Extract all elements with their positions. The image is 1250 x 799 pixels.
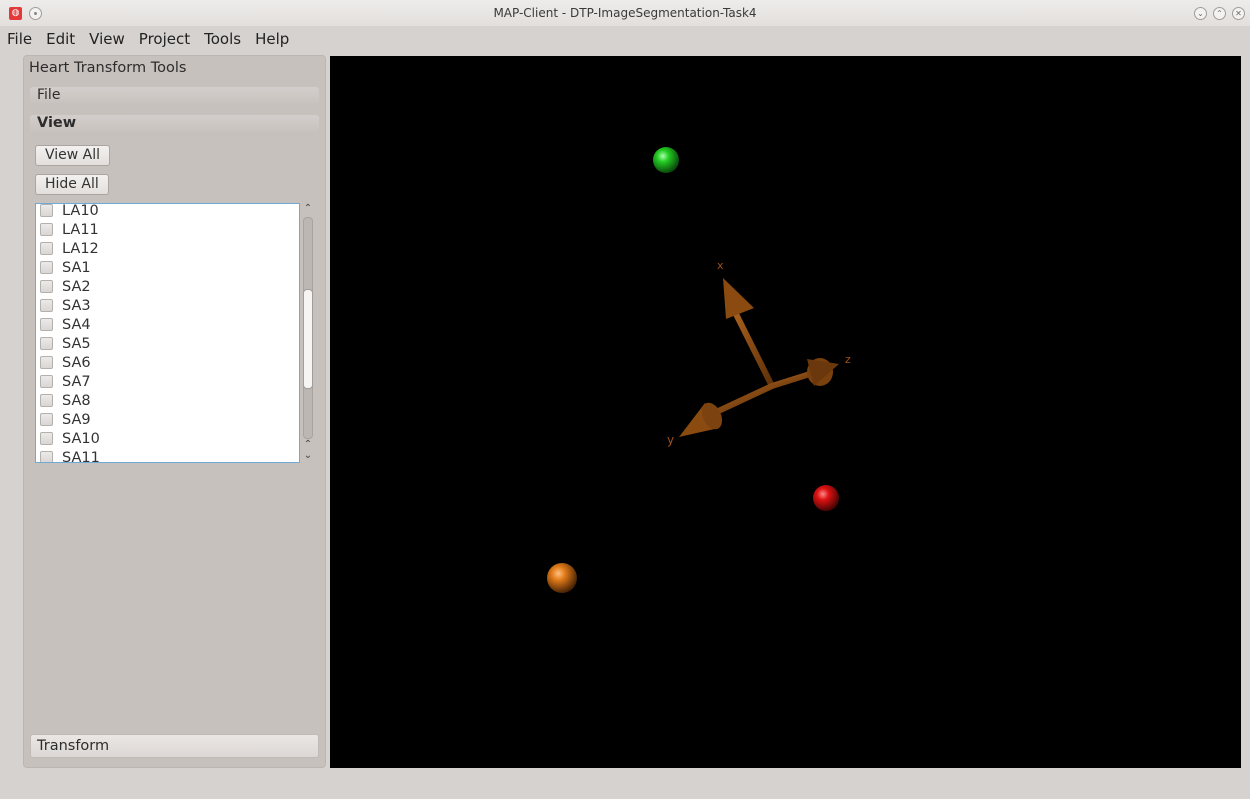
checkbox[interactable] (40, 375, 53, 388)
list-item-label: SA11 (62, 449, 100, 463)
menu-edit[interactable]: Edit (44, 30, 77, 48)
marker-red (813, 485, 839, 511)
menu-view[interactable]: View (87, 30, 127, 48)
list-item-label: SA1 (62, 259, 91, 276)
list-item[interactable]: LA11 (36, 220, 299, 239)
list-item[interactable]: SA5 (36, 334, 299, 353)
checkbox[interactable] (40, 451, 53, 462)
list-item-label: SA3 (62, 297, 91, 314)
checkbox[interactable] (40, 242, 53, 255)
title-bar: ◍ MAP-Client - DTP-ImageSegmentation-Tas… (0, 0, 1250, 26)
list-item-label: LA10 (62, 203, 99, 219)
list-item[interactable]: SA8 (36, 391, 299, 410)
hide-all-button[interactable]: Hide All (35, 174, 109, 195)
checkbox[interactable] (40, 337, 53, 350)
view-all-button[interactable]: View All (35, 145, 111, 166)
checkbox[interactable] (40, 413, 53, 426)
list-scrollbar[interactable]: ⌃ ⌃ ⌄ (301, 203, 315, 463)
minimize-icon[interactable]: ⌄ (1194, 7, 1207, 20)
list-item-label: LA12 (62, 240, 99, 257)
list-item-label: SA9 (62, 411, 91, 428)
scroll-thumb[interactable] (303, 289, 313, 389)
panel-title: Heart Transform Tools (29, 60, 187, 76)
list-item-label: SA2 (62, 278, 91, 295)
list-item[interactable]: LA12 (36, 239, 299, 258)
maximize-icon[interactable]: ⌃ (1213, 7, 1226, 20)
checkbox[interactable] (40, 280, 53, 293)
transform-section-button[interactable]: Transform (30, 734, 319, 758)
checkbox[interactable] (40, 204, 53, 217)
list-item[interactable]: SA11 (36, 448, 299, 463)
checkbox[interactable] (40, 261, 53, 274)
scene-graphic: x z y (547, 147, 851, 593)
list-item[interactable]: SA2 (36, 277, 299, 296)
heart-transform-tools-panel: Heart Transform Tools File View View All… (23, 55, 326, 768)
checkbox[interactable] (40, 223, 53, 236)
list-item-label: LA11 (62, 221, 99, 238)
list-item-label: SA10 (62, 430, 100, 447)
list-item-label: SA8 (62, 392, 91, 409)
menu-tools[interactable]: Tools (202, 30, 243, 48)
list-item[interactable]: LA10 (36, 203, 299, 220)
list-item-label: SA6 (62, 354, 91, 371)
list-item[interactable]: SA1 (36, 258, 299, 277)
list-item-label: SA7 (62, 373, 91, 390)
list-item-label: SA5 (62, 335, 91, 352)
section-view-header[interactable]: View (30, 115, 319, 131)
list-item[interactable]: SA4 (36, 315, 299, 334)
checkbox[interactable] (40, 394, 53, 407)
checkbox[interactable] (40, 299, 53, 312)
status-bar (0, 770, 1250, 799)
menu-file[interactable]: File (5, 30, 34, 48)
marker-green (653, 147, 679, 173)
section-file-header[interactable]: File (30, 87, 319, 103)
checkbox[interactable] (40, 356, 53, 369)
checkbox[interactable] (40, 318, 53, 331)
list-item[interactable]: SA3 (36, 296, 299, 315)
axes-triad (679, 278, 839, 437)
region-list[interactable]: LA10 LA11 LA12 SA1 SA2 SA3 SA4 SA5 SA6 SA7 SA8 SA9 S… (35, 203, 300, 463)
axis-label-x: x (717, 259, 724, 272)
axis-label-y: y (667, 433, 674, 447)
window-title: MAP-Client - DTP-ImageSegmentation-Task4 (493, 6, 757, 20)
menu-help[interactable]: Help (253, 30, 291, 48)
axis-label-z: z (845, 353, 851, 366)
list-item[interactable]: SA7 (36, 372, 299, 391)
list-item[interactable]: SA9 (36, 410, 299, 429)
scroll-up-arrow-icon[interactable]: ⌃ (302, 203, 314, 215)
menu-project[interactable]: Project (137, 30, 192, 48)
checkbox[interactable] (40, 432, 53, 445)
menu-bar: File Edit View Project Tools Help (0, 26, 1250, 52)
list-item[interactable]: SA6 (36, 353, 299, 372)
marker-orange (547, 563, 577, 593)
list-item[interactable]: SA10 (36, 429, 299, 448)
3d-viewport[interactable]: x z y (330, 56, 1241, 768)
list-item-label: SA4 (62, 316, 91, 333)
scroll-down-arrow-icon[interactable]: ⌄ (302, 450, 314, 462)
close-icon[interactable]: ✕ (1232, 7, 1245, 20)
